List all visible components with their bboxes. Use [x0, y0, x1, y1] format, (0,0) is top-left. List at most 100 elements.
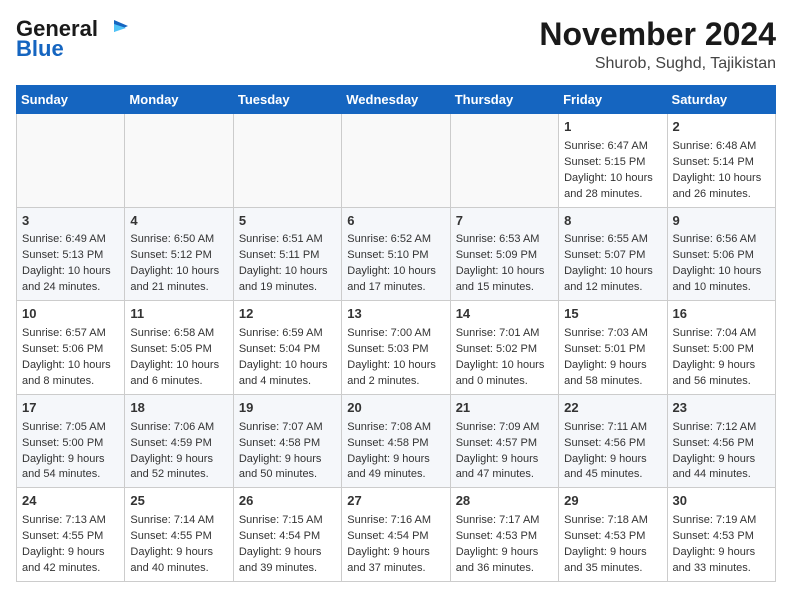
calendar-cell: 29Sunrise: 7:18 AM Sunset: 4:53 PM Dayli…: [559, 488, 667, 582]
calendar-cell: 19 Sunrise: 7:07 AM Sunset: 4:58 PM Dayli…: [233, 394, 341, 488]
day-number: 18: [130, 399, 227, 418]
day-info: Sunrise: 6:47 AM Sunset: 5:15 PM Dayligh…: [564, 139, 661, 203]
day-info: Sunrise: 6:52 AM Sunset: 5:10 PM Dayligh…: [347, 232, 444, 296]
calendar-cell: 25 Sunrise: 7:14 AM Sunset: 4:55 PM Dayli…: [125, 488, 233, 582]
day-number: 22: [564, 399, 661, 418]
day-info: Sunrise: 7:14 AM Sunset: 4:55 PM Dayligh…: [130, 513, 227, 577]
day-info: Sunrise: 7:05 AM Sunset: 5:00 PM Dayligh…: [22, 420, 119, 484]
calendar-week-row: 24 Sunrise: 7:13 AM Sunset: 4:55 PM Dayli…: [17, 488, 776, 582]
calendar-cell: 3Sunrise: 6:49 AM Sunset: 5:13 PM Daylig…: [17, 207, 125, 301]
calendar-cell: 18Sunrise: 7:06 AM Sunset: 4:59 PM Dayli…: [125, 394, 233, 488]
day-number: 23: [673, 399, 770, 418]
calendar-cell: 1Sunrise: 6:47 AM Sunset: 5:15 PM Daylig…: [559, 114, 667, 208]
day-number: 14: [456, 305, 553, 324]
day-info: Sunrise: 7:00 AM Sunset: 5:03 PM Dayligh…: [347, 326, 444, 390]
calendar-cell: [233, 114, 341, 208]
weekday-header-wednesday: Wednesday: [342, 86, 450, 114]
day-info: Sunrise: 7:17 AM Sunset: 4:53 PM Dayligh…: [456, 513, 553, 577]
day-info: Sunrise: 7:19 AM Sunset: 4:53 PM Dayligh…: [673, 513, 770, 577]
calendar-cell: 5Sunrise: 6:51 AM Sunset: 5:11 PM Daylig…: [233, 207, 341, 301]
day-info: Sunrise: 6:53 AM Sunset: 5:09 PM Dayligh…: [456, 232, 553, 296]
day-number: 2: [673, 118, 770, 137]
day-number: 7: [456, 212, 553, 231]
day-number: 15: [564, 305, 661, 324]
day-info: Sunrise: 7:15 AM Sunset: 4:54 PM Dayligh…: [239, 513, 336, 577]
logo: General Blue: [16, 16, 128, 62]
calendar-cell: 20 Sunrise: 7:08 AM Sunset: 4:58 PM Dayli…: [342, 394, 450, 488]
day-number: 19: [239, 399, 336, 418]
calendar-week-row: 17Sunrise: 7:05 AM Sunset: 5:00 PM Dayli…: [17, 394, 776, 488]
calendar-cell: 10Sunrise: 6:57 AM Sunset: 5:06 PM Dayli…: [17, 301, 125, 395]
day-number: 10: [22, 305, 119, 324]
calendar-cell: 16Sunrise: 7:04 AM Sunset: 5:00 PM Dayli…: [667, 301, 775, 395]
day-number: 5: [239, 212, 336, 231]
day-info: Sunrise: 7:16 AM Sunset: 4:54 PM Dayligh…: [347, 513, 444, 577]
day-info: Sunrise: 6:56 AM Sunset: 5:06 PM Dayligh…: [673, 232, 770, 296]
day-info: Sunrise: 7:09 AM Sunset: 4:57 PM Dayligh…: [456, 420, 553, 484]
weekday-header-monday: Monday: [125, 86, 233, 114]
calendar-cell: 12 Sunrise: 6:59 AM Sunset: 5:04 PM Dayli…: [233, 301, 341, 395]
day-info: Sunrise: 7:03 AM Sunset: 5:01 PM Dayligh…: [564, 326, 661, 390]
title-section: November 2024 Shurob, Sughd, Tajikistan: [539, 16, 776, 73]
calendar-cell: [450, 114, 558, 208]
calendar-cell: 13Sunrise: 7:00 AM Sunset: 5:03 PM Dayli…: [342, 301, 450, 395]
location: Shurob, Sughd, Tajikistan: [539, 55, 776, 73]
day-info: Sunrise: 7:07 AM Sunset: 4:58 PM Dayligh…: [239, 420, 336, 484]
day-number: 6: [347, 212, 444, 231]
day-number: 29: [564, 492, 661, 511]
calendar-cell: 30Sunrise: 7:19 AM Sunset: 4:53 PM Dayli…: [667, 488, 775, 582]
day-info: Sunrise: 7:08 AM Sunset: 4:58 PM Dayligh…: [347, 420, 444, 484]
day-info: Sunrise: 6:50 AM Sunset: 5:12 PM Dayligh…: [130, 232, 227, 296]
day-number: 25: [130, 492, 227, 511]
calendar-cell: 4Sunrise: 6:50 AM Sunset: 5:12 PM Daylig…: [125, 207, 233, 301]
calendar-cell: 21Sunrise: 7:09 AM Sunset: 4:57 PM Dayli…: [450, 394, 558, 488]
calendar-cell: 23 Sunrise: 7:12 AM Sunset: 4:56 PM Dayli…: [667, 394, 775, 488]
day-info: Sunrise: 7:01 AM Sunset: 5:02 PM Dayligh…: [456, 326, 553, 390]
calendar-cell: [342, 114, 450, 208]
day-number: 8: [564, 212, 661, 231]
day-info: Sunrise: 6:55 AM Sunset: 5:07 PM Dayligh…: [564, 232, 661, 296]
day-info: Sunrise: 6:59 AM Sunset: 5:04 PM Dayligh…: [239, 326, 336, 390]
day-number: 4: [130, 212, 227, 231]
day-info: Sunrise: 7:12 AM Sunset: 4:56 PM Dayligh…: [673, 420, 770, 484]
day-info: Sunrise: 7:13 AM Sunset: 4:55 PM Dayligh…: [22, 513, 119, 577]
weekday-header-thursday: Thursday: [450, 86, 558, 114]
calendar-cell: 22 Sunrise: 7:11 AM Sunset: 4:56 PM Dayli…: [559, 394, 667, 488]
day-info: Sunrise: 6:58 AM Sunset: 5:05 PM Dayligh…: [130, 326, 227, 390]
calendar-cell: 17Sunrise: 7:05 AM Sunset: 5:00 PM Dayli…: [17, 394, 125, 488]
day-number: 11: [130, 305, 227, 324]
day-info: Sunrise: 6:49 AM Sunset: 5:13 PM Dayligh…: [22, 232, 119, 296]
weekday-header-saturday: Saturday: [667, 86, 775, 114]
day-number: 9: [673, 212, 770, 231]
day-number: 20: [347, 399, 444, 418]
calendar-cell: 26 Sunrise: 7:15 AM Sunset: 4:54 PM Dayli…: [233, 488, 341, 582]
calendar-cell: 14 Sunrise: 7:01 AM Sunset: 5:02 PM Dayli…: [450, 301, 558, 395]
day-number: 24: [22, 492, 119, 511]
calendar-week-row: 3Sunrise: 6:49 AM Sunset: 5:13 PM Daylig…: [17, 207, 776, 301]
logo-blue: Blue: [16, 36, 64, 62]
calendar-cell: 2 Sunrise: 6:48 AM Sunset: 5:14 PM Daylig…: [667, 114, 775, 208]
calendar-week-row: 1Sunrise: 6:47 AM Sunset: 5:15 PM Daylig…: [17, 114, 776, 208]
day-info: Sunrise: 6:51 AM Sunset: 5:11 PM Dayligh…: [239, 232, 336, 296]
month-title: November 2024: [539, 16, 776, 53]
calendar-cell: 9Sunrise: 6:56 AM Sunset: 5:06 PM Daylig…: [667, 207, 775, 301]
calendar-cell: 15 Sunrise: 7:03 AM Sunset: 5:01 PM Dayli…: [559, 301, 667, 395]
day-number: 27: [347, 492, 444, 511]
day-number: 3: [22, 212, 119, 231]
day-info: Sunrise: 6:48 AM Sunset: 5:14 PM Dayligh…: [673, 139, 770, 203]
weekday-header-sunday: Sunday: [17, 86, 125, 114]
calendar-cell: 28 Sunrise: 7:17 AM Sunset: 4:53 PM Dayli…: [450, 488, 558, 582]
calendar-cell: 27 Sunrise: 7:16 AM Sunset: 4:54 PM Dayli…: [342, 488, 450, 582]
day-number: 28: [456, 492, 553, 511]
day-number: 16: [673, 305, 770, 324]
calendar-week-row: 10Sunrise: 6:57 AM Sunset: 5:06 PM Dayli…: [17, 301, 776, 395]
weekday-header-friday: Friday: [559, 86, 667, 114]
calendar-cell: 24 Sunrise: 7:13 AM Sunset: 4:55 PM Dayli…: [17, 488, 125, 582]
day-info: Sunrise: 7:11 AM Sunset: 4:56 PM Dayligh…: [564, 420, 661, 484]
calendar-cell: [17, 114, 125, 208]
weekday-header-tuesday: Tuesday: [233, 86, 341, 114]
day-number: 12: [239, 305, 336, 324]
calendar-cell: [125, 114, 233, 208]
calendar-cell: 6Sunrise: 6:52 AM Sunset: 5:10 PM Daylig…: [342, 207, 450, 301]
day-number: 26: [239, 492, 336, 511]
